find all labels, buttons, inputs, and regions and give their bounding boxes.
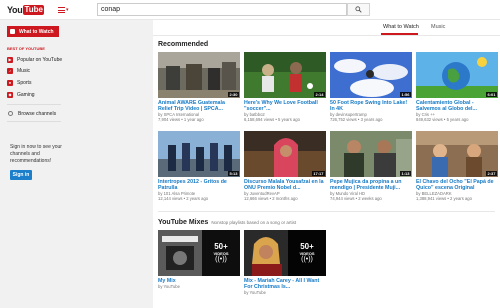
video-meta: 849,632 views • 5 years ago xyxy=(416,117,469,122)
video-card[interactable]: 2:37 El Chavo del Ocho "El Papá de Quico… xyxy=(416,131,498,201)
video-meta: 74,944 views • 2 weeks ago xyxy=(330,196,382,201)
video-title-link[interactable]: Animal AWARE Guatemala Relief Trip Video… xyxy=(158,100,240,112)
section-divider xyxy=(158,211,495,212)
mix-thumbnail[interactable]: 50+ VIDEOS ((•)) xyxy=(244,230,326,276)
section-title-text: YouTube Mixes xyxy=(158,219,209,226)
mix-card[interactable]: 50+ VIDEOS ((•)) Mix - Mariah Carey - Al… xyxy=(244,230,326,295)
video-duration: 1:56 xyxy=(399,92,411,97)
best-of-youtube-heading: BEST OF YOUTUBE xyxy=(7,46,45,51)
mix-channel[interactable]: by YouTube xyxy=(158,284,240,289)
sidebar-item-gaming[interactable]: ◆ Gaming xyxy=(7,90,35,99)
video-card[interactable]: 2:30 Animal AWARE Guatemala Relief Trip … xyxy=(158,52,240,122)
sidebar-item-popular[interactable]: ▶ Popular on YouTube xyxy=(7,55,62,64)
video-meta: 1,388,941 views • 2 years ago xyxy=(416,196,472,201)
sidebar-item-label: Browse channels xyxy=(18,110,57,117)
popular-icon: ▶ xyxy=(7,56,13,63)
search-button[interactable] xyxy=(347,3,370,16)
mix-title-link[interactable]: Mix - Mariah Carey - All I Want For Chri… xyxy=(244,278,326,290)
mix-playlist-overlay: 50+ VIDEOS ((•)) xyxy=(288,230,326,276)
sidebar-item-browse-channels[interactable]: Browse channels xyxy=(7,109,56,118)
video-duration: 2:14 xyxy=(313,92,325,97)
sidebar-item-label: Popular on YouTube xyxy=(17,56,63,63)
masthead: You Tube ▾ conap xyxy=(0,0,500,20)
mix-video-count: 50+ xyxy=(300,241,314,251)
chevron-down-icon: ▾ xyxy=(66,7,69,13)
mix-video-count: 50+ xyxy=(214,241,228,251)
search-input[interactable]: conap xyxy=(97,3,347,16)
video-duration: 2:30 xyxy=(227,92,239,97)
active-tab-indicator xyxy=(381,33,418,35)
video-thumbnail[interactable]: 1:13 xyxy=(330,131,412,177)
video-duration: 5:13 xyxy=(227,171,239,176)
video-thumbnail[interactable]: 2:37 xyxy=(416,131,498,177)
video-title-link[interactable]: Discurso Malala Yousafzai en la ONU Prem… xyxy=(244,179,326,191)
video-duration: 6:01 xyxy=(485,92,497,97)
video-thumbnail[interactable]: 1:56 xyxy=(330,52,412,98)
video-card[interactable]: 2:14 Here's Why We Love Football "soccer… xyxy=(244,52,326,122)
video-thumbnail[interactable]: 6:01 xyxy=(416,52,498,98)
video-meta: 12,666 views • 2 months ago xyxy=(244,196,298,201)
video-card[interactable]: 17:17 Discurso Malala Yousafzai en la ON… xyxy=(244,131,326,201)
feed-tabs: What to Watch Music xyxy=(153,20,500,36)
logo-you-text: You xyxy=(7,4,23,15)
music-icon: ♪ xyxy=(7,67,13,74)
guide-menu-button[interactable]: ▾ xyxy=(58,5,72,15)
video-duration: 1:13 xyxy=(399,171,411,176)
video-meta: 7,904 views • 1 year ago xyxy=(158,117,204,122)
sidebar-divider xyxy=(7,104,61,105)
youtube-logo[interactable]: You Tube xyxy=(7,4,45,15)
sidebar-divider xyxy=(7,121,61,122)
tab-music[interactable]: Music xyxy=(431,24,445,30)
video-card[interactable]: 1:13 Pepe Mujica da propina a un mendigo… xyxy=(330,131,412,201)
gaming-icon: ◆ xyxy=(7,91,13,98)
mix-channel[interactable]: by YouTube xyxy=(244,290,326,295)
sidebar-item-sports[interactable]: ● Sports xyxy=(7,78,31,87)
section-title-youtube-mixes: YouTube Mixes Nonstop playlists based on … xyxy=(158,219,296,226)
sports-icon: ● xyxy=(7,79,13,86)
video-meta: 12,144 views • 2 years ago xyxy=(158,196,209,201)
plus-circle-icon xyxy=(8,111,13,116)
video-duration: 17:17 xyxy=(311,171,325,176)
tab-what-to-watch[interactable]: What to Watch xyxy=(383,24,419,30)
video-title-link[interactable]: Here's Why We Love Football "soccer"... xyxy=(244,100,326,112)
mix-signal-icon: ((•)) xyxy=(215,255,227,263)
hamburger-icon xyxy=(58,7,65,13)
mix-signal-icon: ((•)) xyxy=(301,255,313,263)
video-card[interactable]: 5:13 Intertropes 2012 - Gritos de Patrul… xyxy=(158,131,240,201)
video-thumbnail[interactable]: 5:13 xyxy=(158,131,240,177)
signin-promo-text: Sign in now to see your channels and rec… xyxy=(10,144,62,164)
video-duration: 2:37 xyxy=(485,171,497,176)
video-card[interactable]: 6:01 Calentamiento Global - Salvemos al … xyxy=(416,52,498,122)
mix-playlist-overlay: 50+ VIDEOS ((•)) xyxy=(202,230,240,276)
search-icon xyxy=(355,6,362,13)
sidebar-item-music[interactable]: ♪ Music xyxy=(7,66,30,75)
video-card[interactable]: 1:56 50 Foot Rope Swing Into Lake! In 4K… xyxy=(330,52,412,122)
video-title-link[interactable]: Calentamiento Global - Salvemos al Globo… xyxy=(416,100,498,112)
video-title-link[interactable]: 50 Foot Rope Swing Into Lake! In 4K xyxy=(330,100,412,112)
video-title-link[interactable]: El Chavo del Ocho "El Papá de Quico" esc… xyxy=(416,179,498,191)
video-thumbnail[interactable]: 17:17 xyxy=(244,131,326,177)
guide-sidebar: What to Watch BEST OF YOUTUBE ▶ Popular … xyxy=(0,20,66,308)
video-title-link[interactable]: Intertropes 2012 - Gritos de Patrulla xyxy=(158,179,240,191)
video-thumbnail[interactable]: 2:14 xyxy=(244,52,326,98)
sidebar-item-label: Gaming xyxy=(17,91,35,98)
sign-in-button[interactable]: Sign in xyxy=(10,170,32,180)
video-thumbnail[interactable]: 2:30 xyxy=(158,52,240,98)
video-meta: 726,752 views • 3 years ago xyxy=(330,117,383,122)
sidebar-item-what-to-watch[interactable]: What to Watch xyxy=(7,26,59,37)
sidebar-item-label: Music xyxy=(17,67,31,74)
mix-card[interactable]: 50+ VIDEOS ((•)) My Mix by YouTube xyxy=(158,230,240,289)
mix-thumbnail[interactable]: 50+ VIDEOS ((•)) xyxy=(158,230,240,276)
sidebar-item-label: Sports xyxy=(17,79,32,86)
sidebar-item-label: What to Watch xyxy=(19,28,54,35)
video-meta: 6,158,694 views • 5 years ago xyxy=(244,117,300,122)
video-title-link[interactable]: Pepe Mujica da propina a un mendigo | Pr… xyxy=(330,179,412,191)
logo-tube-text: Tube xyxy=(22,4,45,15)
section-title-recommended: Recommended xyxy=(158,41,209,48)
home-icon xyxy=(10,29,15,34)
main-content: What to Watch Music Recommended 2:30 Ani… xyxy=(153,20,500,308)
section-subtitle: Nonstop playlists based on a song or art… xyxy=(211,220,297,225)
